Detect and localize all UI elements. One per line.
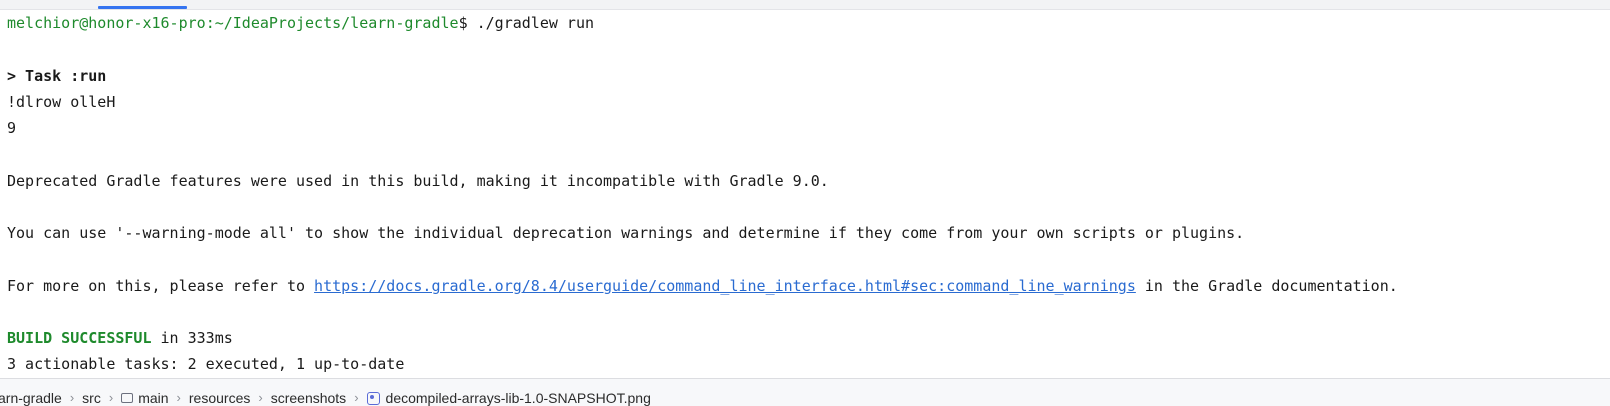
more-info-prefix: For more on this, please refer to [7,277,315,295]
breadcrumb: arn-gradle › src › main › resources › sc… [0,388,651,406]
prompt-path: :~/IdeaProjects/learn-gradle [205,14,459,32]
terminal-output[interactable]: melchior@honor-x16-pro:~/IdeaProjects/le… [0,10,1610,378]
breadcrumb-separator: › [108,390,114,405]
breadcrumb-separator: › [354,390,359,405]
more-info-line: For more on this, please refer to https:… [7,275,1398,297]
output-line: !dlrow olleH [7,93,116,111]
breadcrumb-item[interactable]: screenshots [271,388,346,406]
breadcrumb-item[interactable]: arn-gradle [0,388,62,406]
warning-mode-message: You can use '--warning-mode all' to show… [7,224,1245,242]
breadcrumb-item[interactable]: main [121,388,169,406]
terminal-tab-strip [0,0,1610,10]
folder-icon [121,393,134,403]
prompt-user-host: melchior@honor-x16-pro [7,14,206,32]
command-text: ./gradlew run [476,14,595,32]
task-line: > Task :run [7,67,107,85]
breadcrumb-separator: › [176,390,181,405]
output-line: 9 [7,119,17,137]
deprecation-message: Deprecated Gradle features were used in … [7,172,829,190]
gradle-docs-link[interactable]: https://docs.gradle.org/8.4/userguide/co… [314,277,1136,295]
prompt-symbol: $ [458,14,477,32]
build-time: in 333ms [151,329,233,347]
build-status: BUILD SUCCESSFUL [7,329,152,347]
breadcrumb-separator: › [258,390,263,405]
breadcrumb-item[interactable]: src [82,388,101,406]
breadcrumb-item[interactable]: resources [189,388,250,406]
breadcrumb-separator: › [69,390,75,405]
build-result-line: BUILD SUCCESSFUL in 333ms [7,327,233,349]
prompt-line: melchior@honor-x16-pro:~/IdeaProjects/le… [7,12,594,34]
tasks-summary: 3 actionable tasks: 2 executed, 1 up-to-… [7,355,405,373]
breadcrumb-item[interactable]: decompiled-arrays-lib-1.0-SNAPSHOT.png [366,388,651,406]
image-file-icon [366,391,380,405]
active-tab-indicator[interactable] [98,6,187,9]
more-info-suffix: in the Gradle documentation. [1135,277,1398,295]
navigation-bar: arn-gradle › src › main › resources › sc… [0,378,1610,406]
